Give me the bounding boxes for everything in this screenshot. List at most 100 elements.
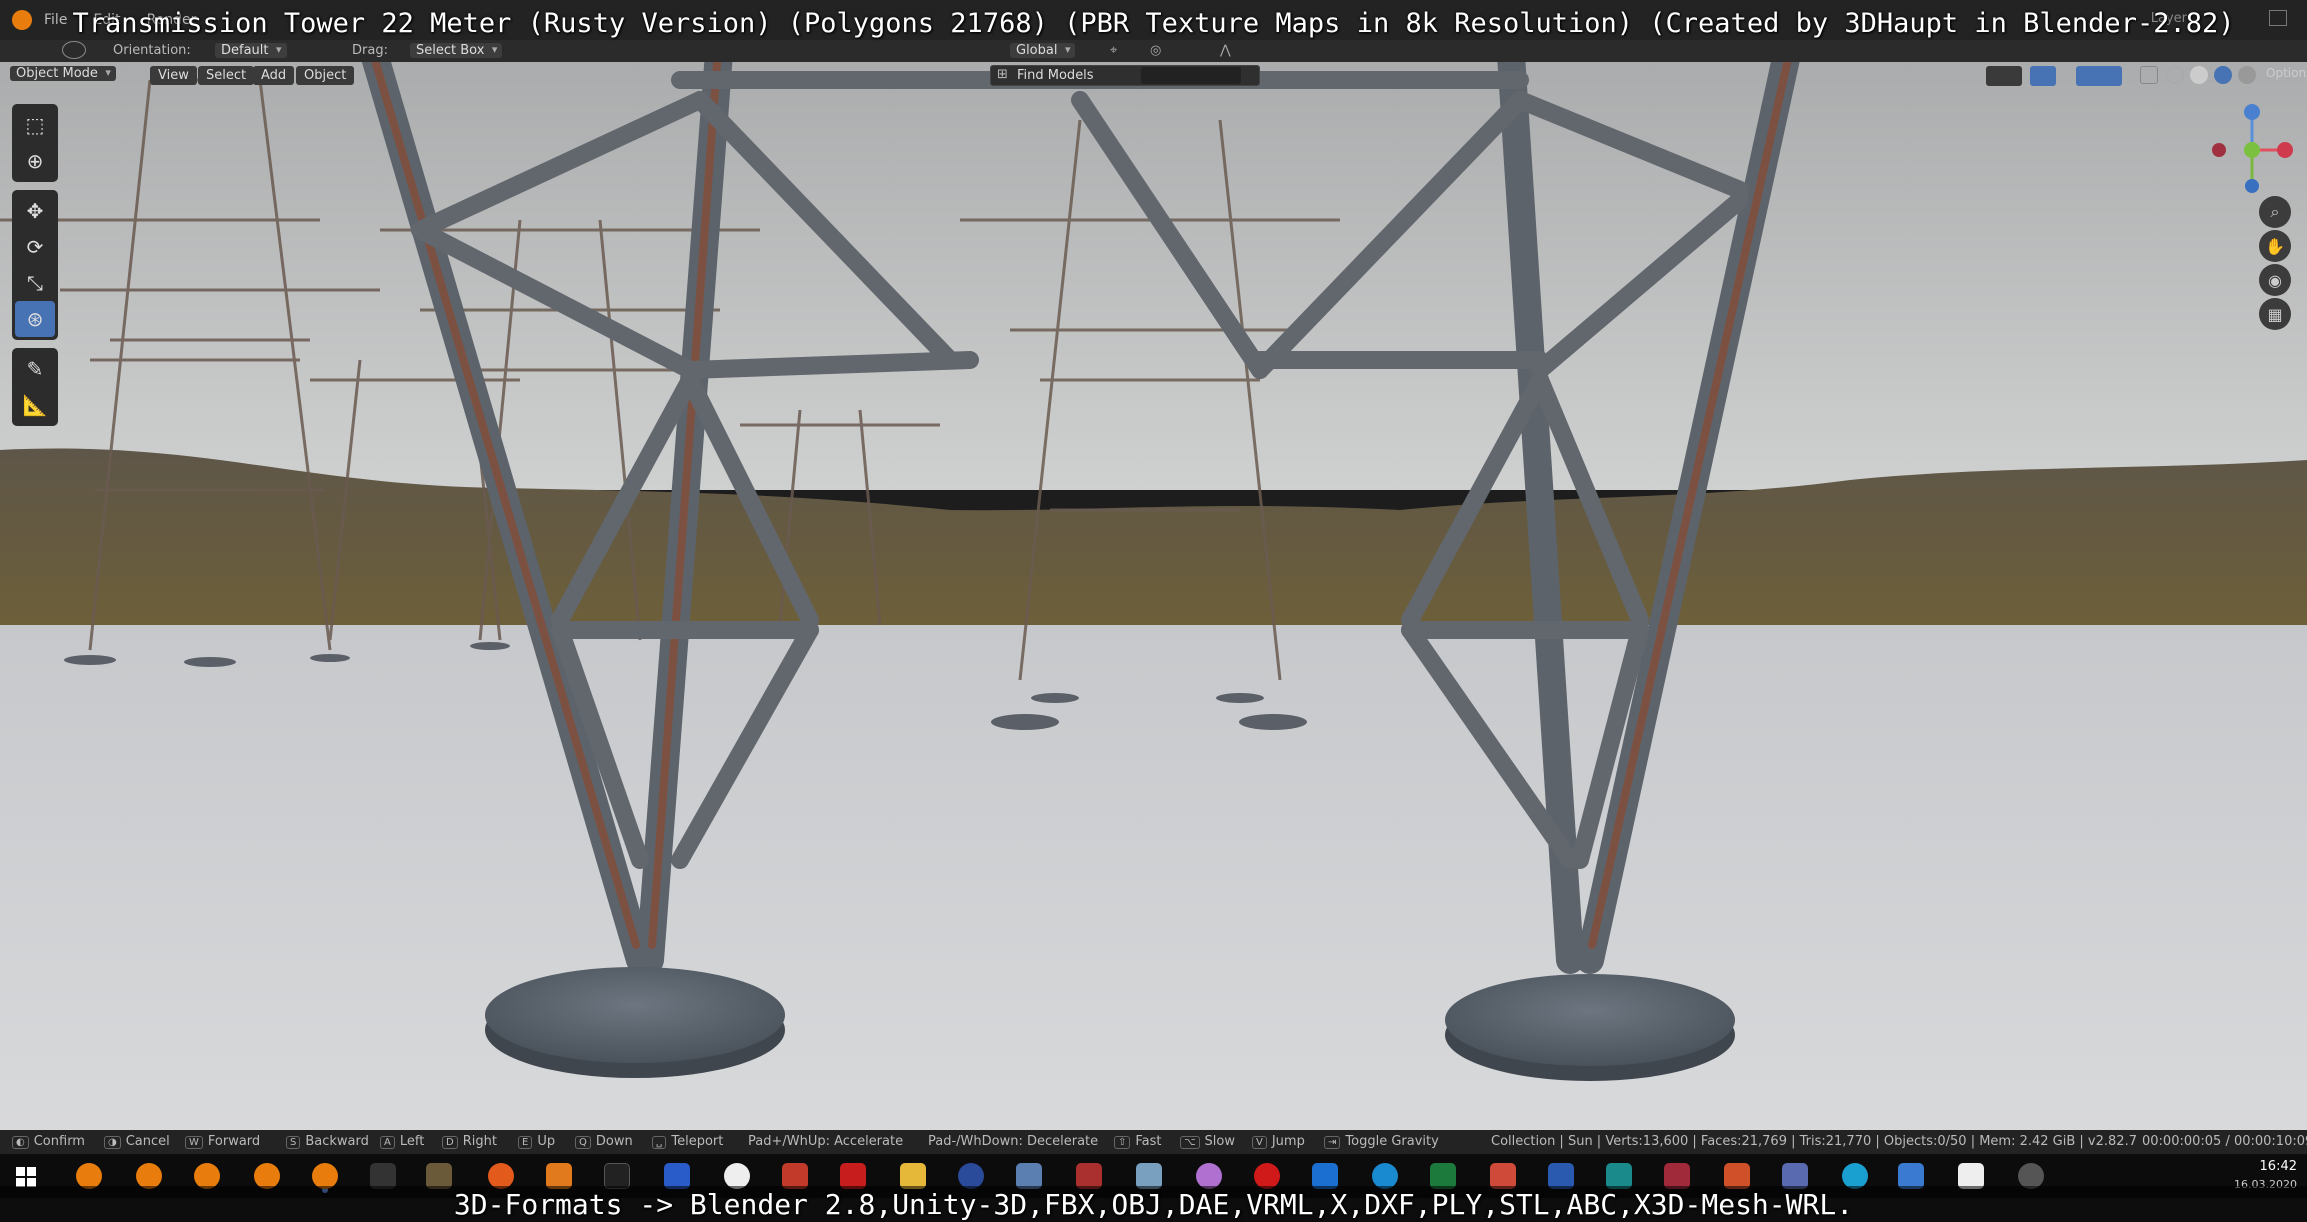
view-layer-label[interactable]: Layer: [2151, 11, 2187, 26]
status-backward: S Backward: [286, 1134, 369, 1149]
drag-label: Drag:: [352, 43, 388, 58]
menu-render[interactable]: Render: [147, 12, 197, 28]
menu-select[interactable]: Select: [198, 66, 255, 85]
window-maximize-icon[interactable]: [2269, 10, 2287, 26]
camera-icon[interactable]: ◉: [2259, 264, 2291, 296]
object-mode-label: Object Mode: [16, 66, 98, 81]
key-q: Q: [575, 1136, 591, 1149]
find-models-widget[interactable]: ⊞ Find Models: [990, 65, 1260, 86]
transform-orientation-dropdown[interactable]: Global: [1010, 43, 1076, 58]
rendered-shading-icon[interactable]: [2238, 66, 2256, 84]
object-mode-dropdown[interactable]: Object Mode: [10, 66, 116, 81]
status-jump: V Jump: [1252, 1134, 1305, 1149]
transform-pivot-icon[interactable]: [62, 41, 86, 59]
right-label: Right: [462, 1134, 497, 1149]
menu-view[interactable]: View: [150, 66, 197, 85]
zoom-icon[interactable]: ⌕: [2259, 196, 2291, 228]
clock-time: 16:42: [2259, 1159, 2297, 1174]
solid-shading-icon[interactable]: [2190, 66, 2208, 84]
up-label: Up: [537, 1134, 556, 1149]
status-slow: ⌥ Slow: [1180, 1134, 1235, 1149]
grid-icon[interactable]: ▦: [2259, 298, 2291, 330]
top-menu-bar: File Edit Render Layer: [0, 0, 2307, 40]
annotate-icon[interactable]: ✎: [15, 351, 55, 387]
menu-object[interactable]: Object: [296, 66, 355, 85]
mouse-left-icon: ◐: [12, 1136, 29, 1149]
status-down: Q Down: [575, 1134, 633, 1149]
menu-file[interactable]: File: [44, 12, 67, 28]
down-label: Down: [595, 1134, 633, 1149]
cancel-label: Cancel: [125, 1134, 170, 1149]
gizmo-toggle-icon[interactable]: [2030, 66, 2056, 86]
menu-add[interactable]: Add: [253, 66, 295, 85]
scene-render: [0, 40, 2307, 1130]
confirm-label: Confirm: [33, 1134, 85, 1149]
spacebar-icon: ␣: [652, 1136, 667, 1149]
measure-icon[interactable]: 📐: [15, 387, 55, 423]
scale-icon[interactable]: ⤡: [15, 265, 55, 301]
axis-gizmo[interactable]: [2207, 100, 2297, 210]
status-decelerate: Pad-/WhDown: Decelerate: [928, 1134, 1099, 1149]
timeline-time: 00:00:00:05 / 00:00:10:09: [2142, 1134, 2307, 1149]
xray-toggle-icon[interactable]: [2140, 66, 2158, 84]
overlay-toggle-icon[interactable]: [2076, 66, 2122, 86]
visibility-dropdown[interactable]: [1986, 66, 2022, 86]
backward-label: Backward: [305, 1134, 369, 1149]
drag-value: Select Box: [416, 43, 485, 58]
status-right: D Right: [442, 1134, 497, 1149]
key-d: D: [442, 1136, 458, 1149]
falloff-icon[interactable]: ⋀: [1220, 43, 1231, 58]
sky: [0, 40, 2307, 490]
transform-orientation-value: Global: [1016, 43, 1058, 58]
video-bottom-caption: 3D-Formats -> Blender 2.8,Unity-3D,FBX,O…: [0, 1186, 2307, 1222]
slow-label: Slow: [1204, 1134, 1235, 1149]
mouse-right-icon: ◑: [104, 1136, 121, 1149]
select-box-icon[interactable]: ⬚: [15, 107, 55, 143]
blender-logo-icon[interactable]: [12, 10, 32, 30]
status-forward: W Forward: [185, 1134, 260, 1149]
rotate-icon[interactable]: ⟳: [15, 229, 55, 265]
tool-shelf: ⬚ ⊕ ✥ ⟳ ⤡ ⊛ ✎ 📐: [12, 104, 58, 434]
3d-viewport[interactable]: [0, 40, 2307, 1130]
material-shading-icon[interactable]: [2214, 66, 2232, 84]
move-icon[interactable]: ✥: [15, 193, 55, 229]
wireframe-shading-icon[interactable]: [2166, 66, 2184, 84]
transform-icon[interactable]: ⊛: [15, 301, 55, 337]
menu-edit[interactable]: Edit: [93, 12, 120, 28]
key-v: V: [1252, 1136, 1267, 1149]
ground-plane: [0, 625, 2307, 1130]
find-models-label: Find Models: [1017, 68, 1094, 83]
key-a: A: [380, 1136, 395, 1149]
pan-hand-icon[interactable]: ✋: [2259, 230, 2291, 262]
windows-start-icon[interactable]: [16, 1167, 36, 1187]
key-s: S: [286, 1136, 301, 1149]
toggle-gravity-label: Toggle Gravity: [1345, 1134, 1439, 1149]
alt-key-icon: ⌥: [1180, 1136, 1200, 1149]
cursor-icon[interactable]: ⊕: [15, 143, 55, 179]
status-gravity: ⇥ Toggle Gravity: [1324, 1134, 1439, 1149]
options-dropdown[interactable]: Options: [2266, 66, 2307, 80]
status-up: E Up: [518, 1134, 555, 1149]
status-left: A Left: [380, 1134, 424, 1149]
proportional-editing-icon[interactable]: ◎: [1150, 43, 1161, 58]
search-input[interactable]: [1141, 67, 1241, 84]
key-w: W: [185, 1136, 203, 1149]
status-teleport: ␣ Teleport: [652, 1134, 723, 1149]
status-bar: ◐ Confirm ◑ Cancel W Forward S Backward A Lef…: [0, 1130, 2307, 1154]
tool-settings-header: Orientation: Default Drag: Select Box Gl…: [0, 40, 2307, 62]
navigation-gizmo[interactable]: ⌕ ✋ ◉ ▦: [2207, 100, 2297, 340]
left-label: Left: [399, 1134, 425, 1149]
status-confirm: ◐ Confirm: [12, 1134, 85, 1149]
fast-label: Fast: [1135, 1134, 1162, 1149]
drag-dropdown[interactable]: Select Box: [410, 43, 503, 58]
viewport-header: Object Mode View Select Add Object ⊞ Fin…: [0, 62, 2307, 90]
status-accelerate: Pad+/WhUp: Accelerate: [748, 1134, 904, 1149]
teleport-label: Teleport: [671, 1134, 724, 1149]
status-cancel: ◑ Cancel: [104, 1134, 170, 1149]
tab-key-icon: ⇥: [1324, 1136, 1341, 1149]
snap-icon[interactable]: ⌖: [1110, 43, 1117, 58]
status-fast: ⇧ Fast: [1114, 1134, 1162, 1149]
forward-label: Forward: [207, 1134, 261, 1149]
orientation-dropdown[interactable]: Default: [215, 43, 287, 58]
shift-key-icon: ⇧: [1114, 1136, 1131, 1149]
